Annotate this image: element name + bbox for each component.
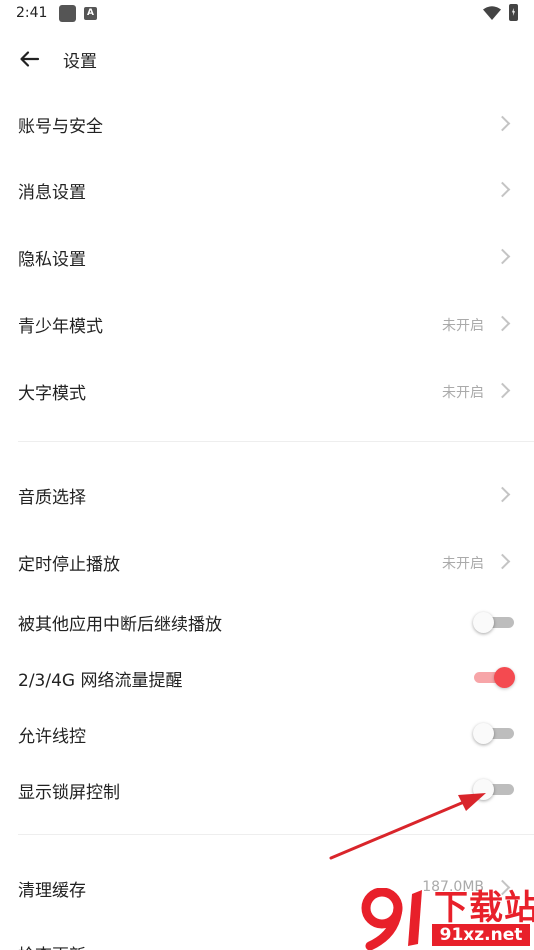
row-label: 清理缓存 [18, 881, 86, 901]
row-label: 青少年模式 [18, 317, 103, 337]
chevron-right-icon [494, 553, 511, 570]
chevron-right-icon [494, 486, 511, 503]
resume-toggle[interactable] [473, 612, 514, 633]
lockscreen-control-toggle[interactable] [473, 779, 514, 800]
notification-app-icon [59, 5, 76, 22]
status-bar: 2:41 A [0, 0, 534, 28]
watermark-91-logo-icon [361, 888, 422, 950]
settings-item-privacy[interactable]: 隐私设置 [0, 223, 534, 289]
row-label: 音质选择 [18, 488, 86, 508]
settings-item-audio-quality[interactable]: 音质选择 [0, 461, 534, 527]
row-label: 被其他应用中断后继续播放 [18, 615, 222, 635]
row-label: 消息设置 [18, 183, 86, 203]
chevron-right-icon [494, 248, 511, 265]
section-divider [18, 441, 534, 442]
watermark-line2: 91xz.net [432, 924, 530, 946]
row-label: 定时停止播放 [18, 555, 120, 575]
chevron-right-icon [494, 115, 511, 132]
traffic-reminder-toggle[interactable] [474, 667, 515, 688]
settings-item-lockscreen-control: 显示锁屏控制 [0, 764, 534, 816]
section-divider [18, 834, 534, 835]
notification-a-icon: A [84, 7, 97, 20]
settings-item-big-font[interactable]: 大字模式 未开启 [0, 357, 534, 423]
settings-item-sleep-timer[interactable]: 定时停止播放 未开启 [0, 528, 534, 594]
row-value: 未开启 [442, 318, 484, 334]
wifi-icon [483, 6, 501, 20]
settings-item-account-security[interactable]: 账号与安全 [0, 90, 534, 156]
settings-item-teen-mode[interactable]: 青少年模式 未开启 [0, 290, 534, 356]
settings-item-resume-after-interrupt: 被其他应用中断后继续播放 [0, 596, 534, 648]
settings-item-traffic-reminder: 2/3/4G 网络流量提醒 [0, 652, 534, 704]
row-value: 未开启 [442, 556, 484, 572]
page-title: 设置 [63, 52, 97, 72]
status-time: 2:41 [16, 5, 48, 21]
chevron-right-icon [494, 181, 511, 198]
settings-item-message[interactable]: 消息设置 [0, 156, 534, 222]
settings-item-wire-control: 允许线控 [0, 708, 534, 760]
row-label: 大字模式 [18, 384, 86, 404]
back-arrow-icon[interactable] [18, 48, 40, 70]
watermark-logo: 下载站 91xz.net [360, 888, 534, 950]
battery-icon [509, 4, 518, 21]
row-label: 账号与安全 [18, 117, 103, 137]
chevron-right-icon [494, 315, 511, 332]
title-bar: 设置 [0, 36, 534, 80]
wire-control-toggle[interactable] [473, 723, 514, 744]
row-label: 2/3/4G 网络流量提醒 [18, 671, 183, 691]
row-label: 检查更新 [18, 941, 86, 950]
row-label: 隐私设置 [18, 250, 86, 270]
row-value: 未开启 [442, 385, 484, 401]
chevron-right-icon [494, 382, 511, 399]
row-label: 允许线控 [18, 727, 86, 747]
watermark-line1: 下载站 [434, 888, 534, 928]
row-label: 显示锁屏控制 [18, 783, 120, 803]
